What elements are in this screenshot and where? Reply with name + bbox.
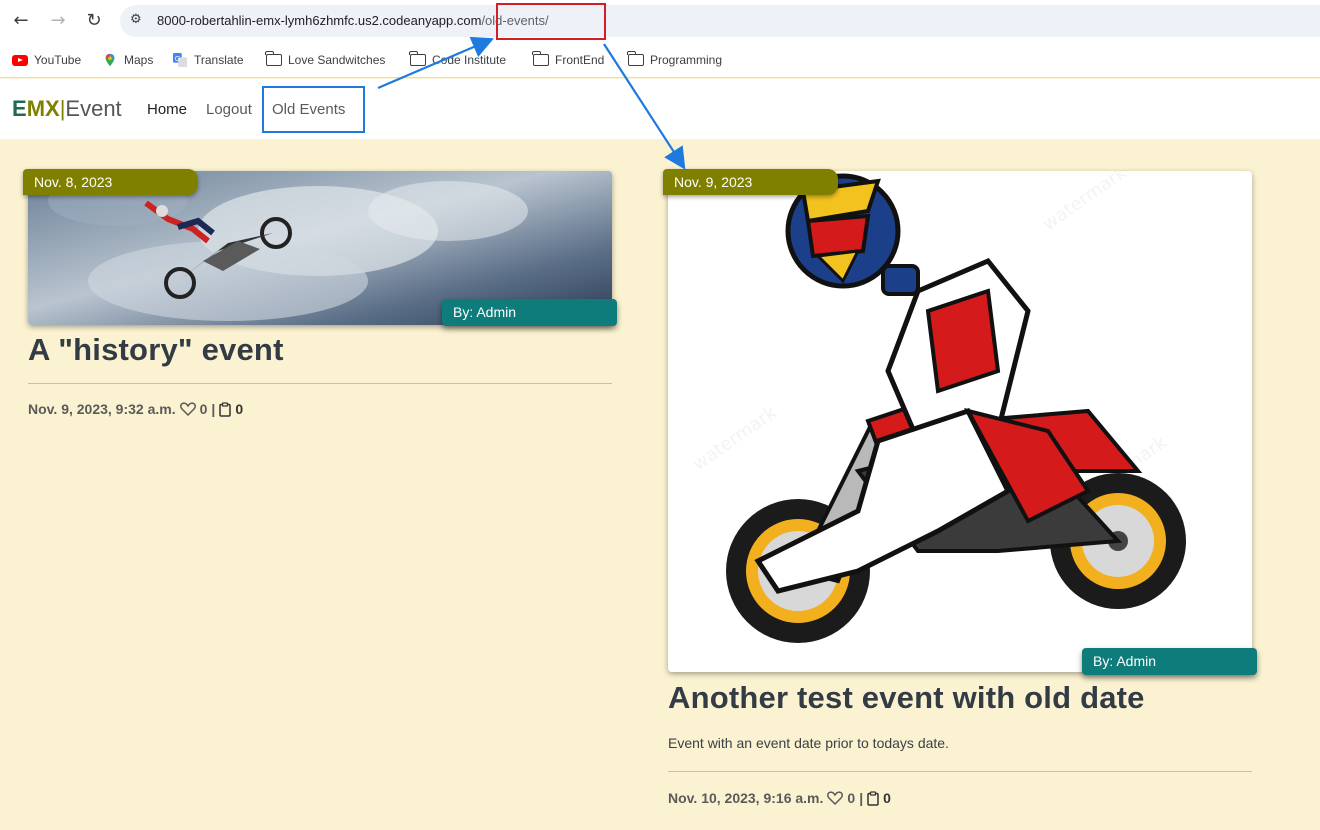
event-created-date: Nov. 10, 2023, 9:16 a.m. — [668, 790, 824, 806]
maps-pin-icon — [105, 53, 115, 67]
url-text[interactable]: 8000-robertahlin-emx-lymh6zhmfc.us2.code… — [157, 13, 549, 28]
bookmark-code-institute[interactable]: Code Institute — [409, 50, 507, 70]
event-meta: Nov. 10, 2023, 9:16 a.m. 0 | 0 — [668, 790, 891, 806]
folder-icon — [532, 51, 549, 66]
event-title[interactable]: A "history" event — [28, 332, 284, 368]
heart-icon — [179, 402, 196, 416]
url-highlight-box — [496, 3, 606, 40]
bookmark-translate[interactable]: G Translate — [172, 50, 244, 70]
bookmark-label: FrontEnd — [555, 53, 605, 67]
nav-home[interactable]: Home — [147, 101, 187, 118]
folder-icon — [627, 51, 644, 66]
bookmark-maps[interactable]: Maps — [102, 50, 153, 70]
folder-icon — [409, 51, 426, 66]
bookmarks-bar: YouTube Maps G Translate Love Sandwitche… — [0, 42, 1320, 78]
clipboard-icon — [867, 790, 879, 806]
youtube-icon — [12, 54, 28, 66]
event-image[interactable]: watermark watermark watermark — [668, 171, 1252, 672]
event-date-badge: Nov. 8, 2023 — [23, 169, 198, 195]
bookmark-label: Programming — [650, 53, 723, 67]
forward-arrow-icon[interactable]: → — [45, 8, 71, 34]
nav-logout[interactable]: Logout — [206, 101, 252, 118]
motocross-rider-illustration: watermark watermark watermark — [668, 171, 1252, 672]
bookmark-label: Maps — [124, 53, 154, 67]
svg-text:G: G — [175, 55, 180, 63]
bookmark-label: Translate — [194, 53, 244, 67]
bookmark-label: Love Sandwitches — [288, 53, 386, 67]
url-host: 8000-robertahlin-emx-lymh6zhmfc.us2.code… — [157, 13, 482, 28]
bookmark-love-sandwitches[interactable]: Love Sandwitches — [265, 50, 386, 70]
card-divider — [668, 771, 1252, 772]
event-title[interactable]: Another test event with old date — [668, 680, 1145, 716]
translate-icon: G — [173, 53, 187, 67]
event-created-date: Nov. 9, 2023, 9:32 a.m. — [28, 401, 176, 417]
event-meta: Nov. 9, 2023, 9:32 a.m. 0 | 0 — [28, 401, 243, 417]
bookmark-label: YouTube — [34, 53, 82, 67]
bookmark-frontend[interactable]: FrontEnd — [532, 50, 605, 70]
bookmark-youtube[interactable]: YouTube — [12, 50, 81, 70]
clipboard-icon — [219, 401, 232, 417]
card-divider — [28, 383, 612, 384]
site-settings-icon[interactable]: ⚙ — [130, 12, 148, 30]
like-count: 0 — [199, 401, 208, 417]
comment-count: 0 — [883, 790, 891, 806]
event-author-badge: By: Admin — [1082, 648, 1257, 675]
brand-logo[interactable]: EMX|Event — [12, 96, 122, 122]
meta-separator: | — [211, 401, 216, 417]
nav-highlight-box — [262, 86, 365, 133]
folder-icon — [265, 51, 282, 66]
browser-toolbar: ← → ↻ ⚙ 8000-robertahlin-emx-lymh6zhmfc.… — [0, 0, 1320, 42]
like-count: 0 — [847, 790, 856, 806]
comment-count: 0 — [235, 401, 244, 417]
bookmark-label: Code Institute — [432, 53, 507, 67]
event-excerpt: Event with an event date prior to todays… — [668, 735, 949, 751]
site-navbar: EMX|Event Home Logout Old Events — [0, 79, 1320, 139]
heart-icon — [827, 791, 844, 805]
address-bar[interactable]: ⚙ 8000-robertahlin-emx-lymh6zhmfc.us2.co… — [120, 5, 1320, 37]
brand-e: E — [12, 96, 27, 121]
reload-icon[interactable]: ↻ — [81, 8, 107, 34]
event-author-badge: By: Admin — [442, 299, 617, 326]
meta-separator: | — [859, 790, 864, 806]
bookmark-programming[interactable]: Programming — [627, 50, 723, 70]
event-date-badge: Nov. 9, 2023 — [663, 169, 838, 195]
back-arrow-icon[interactable]: ← — [8, 8, 34, 34]
brand-event: Event — [65, 96, 122, 121]
brand-mx: MX — [26, 96, 60, 121]
